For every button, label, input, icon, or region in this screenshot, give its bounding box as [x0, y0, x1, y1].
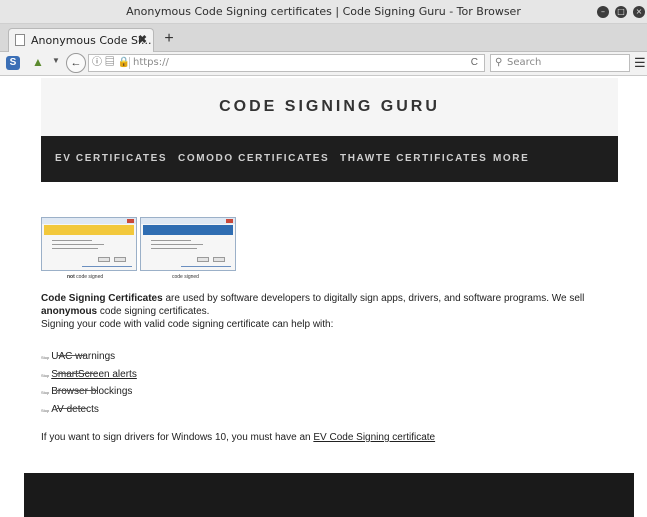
search-icon: ⚲	[495, 57, 503, 68]
browser-tab[interactable]: Anonymous Code Si... ✖	[8, 28, 154, 52]
window-titlebar: Anonymous Code Signing certificates | Co…	[0, 0, 647, 24]
site-title[interactable]: CODE SIGNING GURU	[41, 78, 618, 136]
signed-caption: code signed	[172, 274, 199, 280]
info-icon[interactable]: ⓘ ▤ 🔒	[92, 55, 130, 71]
tab-strip: Anonymous Code Si... ✖ +	[0, 24, 647, 52]
navigation-bar: S ▲ ▼ ← ⓘ ▤ 🔒 https:// C ⚲ Search ☰	[0, 52, 647, 76]
minimize-icon[interactable]: –	[597, 6, 609, 18]
nav-more[interactable]: MORE	[493, 136, 529, 182]
site-footer	[24, 473, 634, 517]
back-icon[interactable]: ←	[66, 53, 86, 73]
signed-uac-dialog-image	[140, 217, 236, 271]
url-separator	[129, 57, 130, 69]
search-input[interactable]: ⚲ Search	[490, 54, 630, 72]
list-item: Stop AV detects	[41, 404, 99, 415]
chevron-down-icon[interactable]: ▼	[52, 56, 60, 65]
onion-icon[interactable]: ▲	[32, 55, 44, 69]
url-text[interactable]: https://	[133, 55, 169, 71]
tab-title: Anonymous Code Si...	[31, 34, 152, 47]
drivers-note: If you want to sign drivers for Windows …	[41, 432, 436, 443]
search-placeholder: Search	[507, 57, 542, 68]
list-item: Stop UAC warnings	[41, 351, 116, 362]
site-header: CODE SIGNING GURU	[41, 78, 618, 136]
close-icon[interactable]: ×	[633, 6, 645, 18]
hamburger-menu-icon[interactable]: ☰	[634, 55, 646, 71]
nav-ev-certificates[interactable]: EV CERTIFICATES	[55, 136, 167, 182]
list-item: Stop Browser blockings	[41, 386, 133, 397]
window-title: Anonymous Code Signing certificates | Co…	[126, 5, 521, 18]
page-favicon-icon	[15, 34, 25, 46]
list-item[interactable]: Stop SmartScreen alerts	[41, 364, 137, 380]
benefits-lead-in: Signing your code with valid code signin…	[41, 319, 334, 330]
ev-code-signing-link[interactable]: EV Code Signing certificate	[313, 432, 435, 443]
new-tab-button[interactable]: +	[160, 28, 178, 50]
reload-icon[interactable]: C	[471, 55, 478, 71]
maximize-icon[interactable]: □	[615, 6, 627, 18]
tab-close-icon[interactable]: ✖	[138, 29, 147, 52]
intro-paragraph: Code Signing Certificates are used by so…	[41, 293, 585, 317]
noscript-icon[interactable]: S	[6, 56, 20, 70]
smartscreen-link[interactable]: SmartScreen alerts	[51, 369, 137, 380]
intro-text: Code Signing Certificates are used by so…	[41, 292, 631, 331]
unsigned-uac-dialog-image	[41, 217, 137, 271]
unsigned-caption: not code signed	[67, 274, 104, 280]
nav-comodo-certificates[interactable]: COMODO CERTIFICATES	[178, 136, 329, 182]
url-bar[interactable]: ⓘ ▤ 🔒 https:// C	[88, 54, 485, 72]
site-nav: EV CERTIFICATES COMODO CERTIFICATES THAW…	[41, 136, 618, 182]
nav-thawte-certificates[interactable]: THAWTE CERTIFICATES	[340, 136, 487, 182]
